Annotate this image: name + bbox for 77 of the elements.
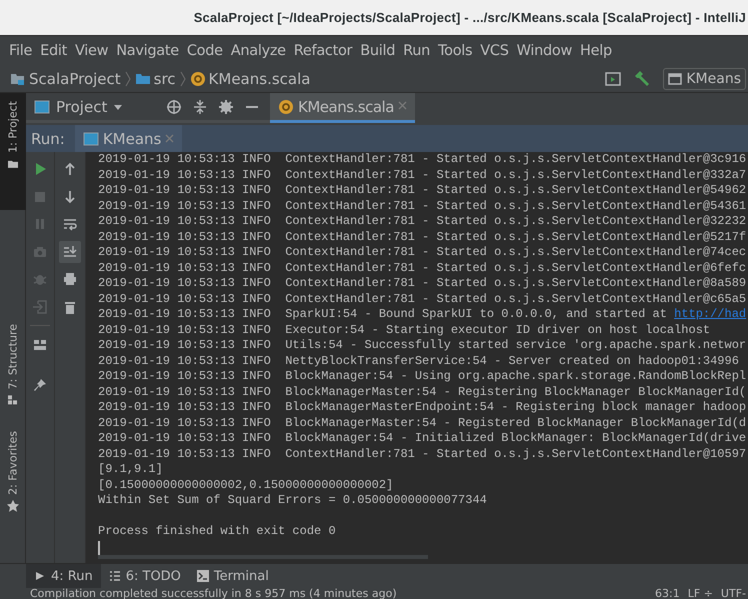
- console-line: 2019-01-19 10:53:13 INFO ContextHandler:781 - Started o.s.j.s.ServletContextHandler@54361: [98, 198, 748, 214]
- list-icon: [108, 570, 121, 582]
- editor-tab[interactable]: KMeans.scala: [270, 93, 415, 123]
- menu-item[interactable]: View: [70, 42, 112, 58]
- console-line: Within Set Sum of Squard Errors = 0.050000000000077344: [98, 493, 488, 508]
- menu-item[interactable]: VCS: [476, 42, 513, 58]
- breadcrumb[interactable]: src: [134, 70, 176, 88]
- collapse-icon[interactable]: [192, 98, 208, 114]
- console-line: 2019-01-19 10:53:13 INFO Utils:54 - Successfully started service 'org.apache.spark.networ: [98, 338, 748, 354]
- settings-icon[interactable]: [218, 98, 234, 114]
- menu-item[interactable]: Run: [399, 42, 434, 58]
- console-line: 2019-01-19 10:53:13 INFO ContextHandler:781 - Started o.s.j.s.ServletContextHandler@3c916: [98, 152, 748, 168]
- console-line: 2019-01-19 10:53:13 INFO SparkUI:54 - Bound SparkUI to 0.0.0.0, and started at http://had: [98, 307, 748, 322]
- hammer-icon[interactable]: [633, 70, 652, 88]
- breadcrumb[interactable]: KMeans.scala: [190, 70, 310, 88]
- side-tab[interactable]: 7: Structure: [6, 320, 20, 412]
- side-tab[interactable]: 2: Favorites: [6, 427, 20, 518]
- scroll-to-end-icon[interactable]: [59, 240, 81, 262]
- console-line: 2019-01-19 10:53:13 INFO BlockManager:54 - Initialized BlockManager: BlockManagerId(drive: [98, 431, 748, 446]
- console-link[interactable]: http://had: [674, 307, 746, 321]
- console-line: [0.15000000000000002,0.15000000000000002]: [98, 478, 394, 493]
- console-line: 2019-01-19 10:53:13 INFO ContextHandler:781 - Started o.s.j.s.ServletContextHandler@5217f: [98, 230, 748, 245]
- window-icon: [82, 132, 99, 146]
- console-line: Process finished with exit code 0: [98, 524, 337, 540]
- menu-item[interactable]: Help: [576, 42, 616, 58]
- console-line: 2019-01-19 10:53:13 INFO ContextHandler:781 - Started o.s.j.s.ServletContextHandler@10597: [98, 446, 748, 462]
- terminal-icon: [196, 570, 209, 582]
- console-line: 2019-01-19 10:53:13 INFO ContextHandler:781 - Started o.s.j.s.ServletContextHandler@6fefc: [98, 260, 748, 276]
- file-encoding[interactable]: UTF-: [720, 588, 746, 599]
- console-line: 2019-01-19 10:53:13 INFO ContextHandler:781 - Started o.s.j.s.ServletContextHandler@54962: [98, 183, 748, 198]
- menu-item[interactable]: Build: [356, 42, 400, 58]
- breadcrumb[interactable]: ScalaProject: [10, 70, 121, 88]
- console-line: 2019-01-19 10:53:13 INFO ContextHandler:781 - Started o.s.j.s.ServletContextHandler@74cec: [98, 245, 748, 260]
- run-label: Run:: [30, 130, 66, 148]
- console-line: 2019-01-19 10:53:13 INFO ContextHandler:781 - Started o.s.j.s.ServletContextHandler@8a589: [98, 276, 748, 292]
- window-icon: [668, 72, 682, 86]
- structure-icon: [6, 393, 20, 408]
- console-line: [9.1,9.1]: [98, 462, 164, 478]
- text-cursor: [98, 540, 100, 554]
- line-separator[interactable]: LF ÷: [688, 588, 713, 599]
- menu-item[interactable]: Code: [182, 42, 227, 58]
- menu-item[interactable]: Analyze: [226, 42, 290, 58]
- console-line: 2019-01-19 10:53:13 INFO BlockManager:54 - Using org.apache.spark.storage.RandomBlockRepl: [98, 369, 748, 384]
- console-line: 2019-01-19 10:53:13 INFO ContextHandler:781 - Started o.s.j.s.ServletContextHandler@32232: [98, 214, 748, 230]
- class-icon: [190, 70, 206, 86]
- horizontal-scrollbar[interactable]: [98, 554, 428, 559]
- star-icon: [6, 499, 20, 514]
- menu-item[interactable]: Window: [512, 42, 576, 58]
- status-message: Compilation completed successfully in 8 s 957 ms (4 minutes ago): [30, 588, 397, 599]
- run-tab[interactable]: KMeans: [74, 125, 182, 152]
- tool-window-tab[interactable]: Terminal: [188, 564, 277, 588]
- tool-window-tab[interactable]: 6: TODO: [100, 564, 189, 588]
- tool-window-dropdown[interactable]: Project: [34, 98, 124, 116]
- tool-window-tab[interactable]: 4: Run: [26, 564, 101, 588]
- window-icon: [34, 100, 50, 114]
- class-icon: [278, 98, 294, 114]
- console-line: 2019-01-19 10:53:13 INFO Executor:54 - Starting executor ID driver on host localhost: [98, 322, 712, 338]
- menu-item[interactable]: Edit: [36, 42, 71, 58]
- menu-item[interactable]: Refactor: [290, 42, 356, 58]
- console-line: 2019-01-19 10:53:13 INFO BlockManagerMaster:54 - Registered BlockManager BlockManagerId(d: [98, 416, 748, 431]
- caret-position[interactable]: 63:1: [655, 588, 680, 599]
- run-config-dropdown[interactable]: KMeans: [663, 68, 746, 90]
- menu-item[interactable]: Tools: [434, 42, 476, 58]
- menu-item[interactable]: Navigate: [112, 42, 183, 58]
- console-line: 2019-01-19 10:53:13 INFO ContextHandler:781 - Started o.s.j.s.ServletContextHandler@c65a5: [98, 292, 748, 307]
- console-line: 2019-01-19 10:53:13 INFO NettyBlockTransferService:54 - Server created on hadoop01:34996: [98, 354, 740, 369]
- console-line: 2019-01-19 10:53:13 INFO ContextHandler:781 - Started o.s.j.s.ServletContextHandler@332a7: [98, 168, 748, 183]
- console-line: 2019-01-19 10:53:13 INFO BlockManagerMasterEndpoint:54 - Registering block manager hadoop: [98, 400, 748, 416]
- console-line: 2019-01-19 10:53:13 INFO BlockManagerMaster:54 - Registering BlockManager BlockManagerId(: [98, 384, 748, 400]
- chevron-icon: [124, 70, 131, 86]
- target-icon[interactable]: [166, 98, 182, 114]
- caret-icon: [113, 102, 124, 110]
- window-title: ScalaProject [~/IdeaProjects/ScalaProject] - .../src/KMeans.scala [ScalaProject] - IntelliJ: [194, 10, 746, 25]
- chevron-icon: [180, 70, 186, 86]
- menu-item[interactable]: File: [5, 42, 36, 58]
- play-icon: [34, 570, 46, 582]
- run-window-icon[interactable]: [605, 70, 622, 86]
